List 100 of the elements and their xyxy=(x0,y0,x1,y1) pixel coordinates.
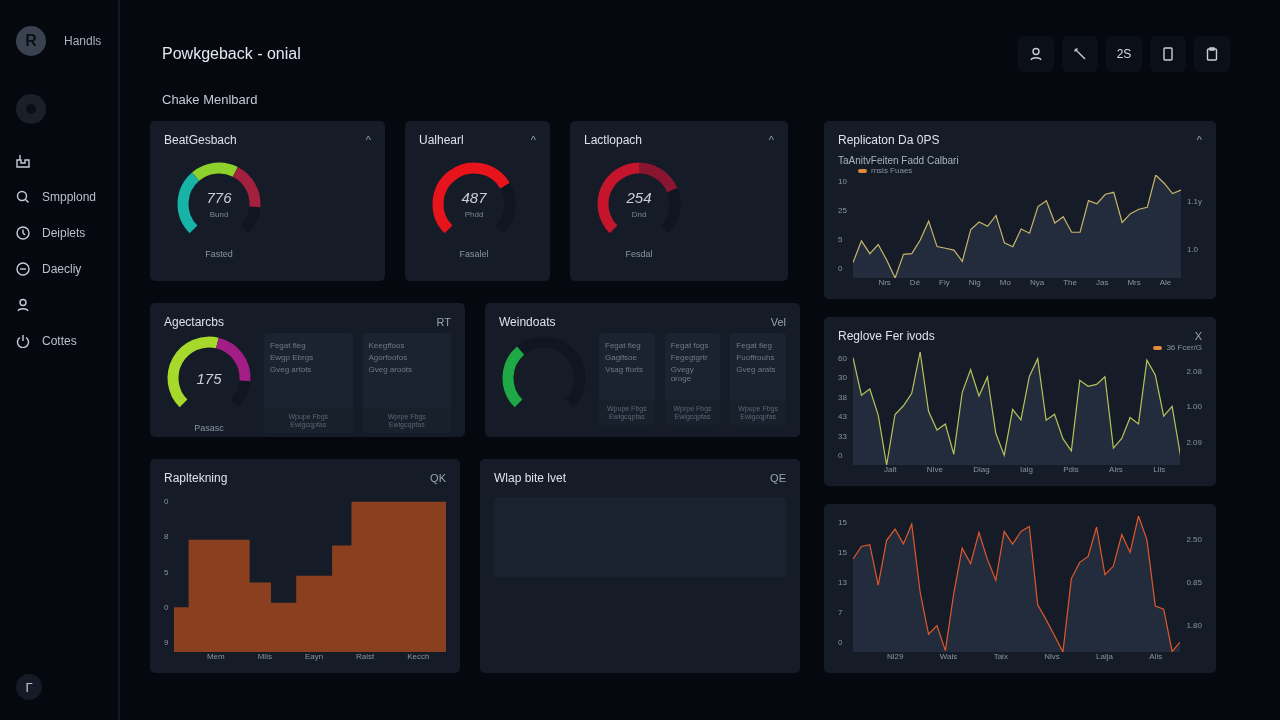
tray-icon xyxy=(16,154,30,168)
axis-label: Mlis xyxy=(257,652,272,661)
axis-label: Ialg xyxy=(1019,465,1033,474)
axis-label: 1.00 xyxy=(1186,402,1202,412)
toolbar-button[interactable]: 2S xyxy=(1106,36,1142,72)
axis-label: Jas xyxy=(1095,278,1109,287)
brand-name: Handls xyxy=(64,34,102,48)
axis-label: Raist xyxy=(356,652,375,661)
gauge-unit: Bund xyxy=(209,210,229,219)
axis-label: Nya xyxy=(1029,278,1045,287)
axis-label: Alis xyxy=(1149,652,1163,661)
card-title: Rapltekning xyxy=(164,471,228,485)
card-title: Lactlopach xyxy=(584,133,643,147)
logo: R xyxy=(16,26,46,56)
gauge-value: 254 xyxy=(626,189,652,206)
section-title: Chake Menlbard xyxy=(162,92,259,107)
axis-label: 9 xyxy=(164,638,169,647)
axis-label: 0 xyxy=(838,638,844,647)
axis-label: Nlvs xyxy=(1044,652,1060,661)
axis-label: Nrs xyxy=(878,278,891,287)
axis-label: 0 xyxy=(164,497,169,506)
clipboard-icon xyxy=(1205,47,1219,61)
legend-label: rnsis Fuaes xyxy=(871,166,913,175)
card-title: Replicaton Da 0PS xyxy=(838,133,940,147)
axis-label: 10 xyxy=(838,177,847,186)
gauge-value: 487 xyxy=(461,189,487,206)
tablet-icon xyxy=(1161,47,1175,61)
axis-label: 5 xyxy=(164,567,169,577)
axis-label: 33 xyxy=(838,431,847,441)
axis-label: Ale xyxy=(1159,278,1172,287)
toolbar-button[interactable] xyxy=(1194,36,1230,72)
axis-label: Kecch xyxy=(407,652,430,661)
axis-label: 0 xyxy=(838,264,844,273)
axis-label: Nl29 xyxy=(887,652,904,661)
clock-icon xyxy=(16,226,30,240)
legend-swatch xyxy=(858,168,867,173)
axis-label: Lalja xyxy=(1096,652,1113,661)
legend-label: 36 Fcer/G xyxy=(1166,343,1202,352)
legend-swatch xyxy=(1153,345,1163,350)
tile-text: Ewgp Ebrgs xyxy=(270,353,315,362)
axis-label: Dlag xyxy=(973,465,990,474)
nav-item[interactable]: Cottes xyxy=(16,334,118,348)
axis-label: Talx xyxy=(993,652,1008,661)
card-action[interactable]: ^ xyxy=(1196,134,1202,146)
collapse-button[interactable]: ^ xyxy=(768,134,774,146)
axis-label: Eayn xyxy=(304,652,324,661)
nav-item[interactable]: Smpplond xyxy=(16,190,118,204)
gauge-value: 175 xyxy=(196,369,222,387)
axis-label: 8 xyxy=(164,532,169,542)
axis-label: Llis xyxy=(1153,465,1166,474)
card-action[interactable]: Vel xyxy=(770,316,786,328)
axis-label: 0.85 xyxy=(1186,578,1202,587)
gauge-unit: Dnd xyxy=(631,210,647,219)
toolbar-button[interactable] xyxy=(1150,36,1186,72)
card-title: Agectarcbs xyxy=(164,315,225,329)
chart-subtitle: TaAnitvFeiten Fadd Calbari xyxy=(838,155,960,166)
axis-label: Nig xyxy=(968,278,981,287)
toolbar-button[interactable] xyxy=(1018,36,1054,72)
tile-text: Fegat fleg xyxy=(270,341,307,350)
tile-text: Fuoffrouhs xyxy=(736,353,776,362)
axis-label: Wals xyxy=(939,652,958,661)
search-icon xyxy=(16,190,30,204)
axis-label: 25 xyxy=(838,206,847,215)
wrench-icon xyxy=(1073,47,1087,61)
collapse-button[interactable]: ^ xyxy=(530,134,536,146)
card-action[interactable]: X xyxy=(1194,330,1202,342)
axis-label: Fiy xyxy=(939,278,950,287)
gauge-unit: Phdd xyxy=(464,210,484,219)
axis-label: Mrs xyxy=(1127,278,1141,287)
card-title: Reglove Fer ivods xyxy=(838,329,935,343)
axis-label: 60 xyxy=(838,354,847,363)
card-action[interactable]: QE xyxy=(770,472,786,484)
axis-label: 38 xyxy=(838,392,847,402)
circle-icon xyxy=(16,262,30,276)
tile-text: Agorfoofos xyxy=(368,353,409,362)
tile-text: Fegat fieg xyxy=(736,341,773,350)
card-action[interactable]: QK xyxy=(430,472,446,484)
axis-label: Mem xyxy=(206,652,225,661)
axis-label: 0 xyxy=(838,450,844,460)
axis-label: The xyxy=(1063,278,1077,287)
axis-label: 2.09 xyxy=(1186,437,1202,447)
axis-label: 15 xyxy=(838,548,847,557)
tile-text: Gvegy oroge xyxy=(670,365,695,383)
axis-label: 1.1y xyxy=(1186,196,1202,206)
tile-text: Gaglfsoe xyxy=(605,353,639,362)
card-title: Weindoats xyxy=(499,315,556,329)
tile-text: Fegat fieg xyxy=(605,341,642,350)
footer-button[interactable]: Γ xyxy=(16,674,42,700)
tile-text: Fegat fogs xyxy=(670,341,710,350)
tile-text: Gveg artots xyxy=(270,365,313,374)
card-title: Ualhearl xyxy=(419,133,464,147)
power-icon xyxy=(16,334,30,348)
axis-label: Nlve xyxy=(926,465,943,474)
nav-item[interactable]: Daecliy xyxy=(16,262,118,276)
card-action[interactable]: RT xyxy=(436,316,451,328)
tile-text: Fegegtgrtr xyxy=(670,353,709,362)
gauge-caption: Fasalel xyxy=(459,249,489,259)
axis-label: 2.08 xyxy=(1186,367,1202,377)
collapse-button[interactable]: ^ xyxy=(365,134,371,146)
nav-item[interactable]: Deiplets xyxy=(16,226,118,240)
